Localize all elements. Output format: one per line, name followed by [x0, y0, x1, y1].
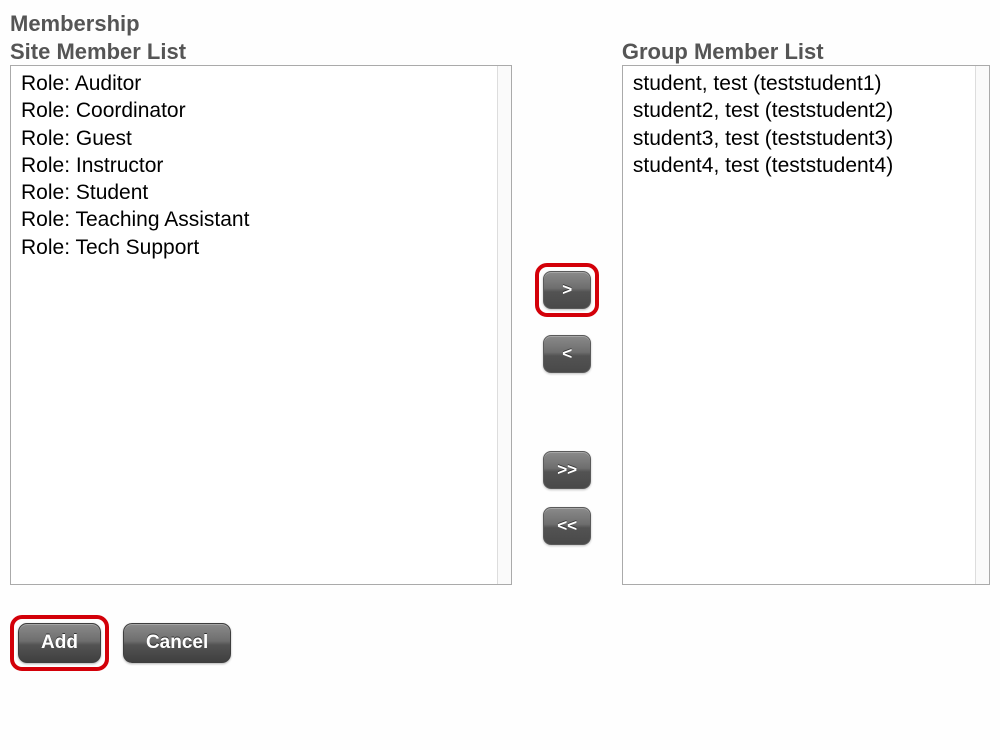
scrollbar[interactable] — [975, 66, 989, 584]
highlight-add-button: Add — [10, 615, 109, 671]
highlight-move-right: > — [535, 263, 599, 317]
scrollbar[interactable] — [497, 66, 511, 584]
site-member-item[interactable]: Role: Coordinator — [21, 97, 507, 124]
transfer-button-panel: > < >> << — [512, 38, 621, 545]
site-member-item[interactable]: Role: Auditor — [21, 70, 507, 97]
footer-actions: Add Cancel — [10, 615, 990, 671]
group-member-listbox[interactable]: student, test (teststudent1)student2, te… — [622, 65, 990, 585]
group-member-item[interactable]: student3, test (teststudent3) — [633, 125, 985, 152]
group-member-item[interactable]: student4, test (teststudent4) — [633, 152, 985, 179]
site-member-item[interactable]: Role: Tech Support — [21, 234, 507, 261]
move-all-right-button[interactable]: >> — [543, 451, 591, 489]
move-all-left-button[interactable]: << — [543, 507, 591, 545]
site-member-item[interactable]: Role: Student — [21, 179, 507, 206]
group-member-item[interactable]: student2, test (teststudent2) — [633, 97, 985, 124]
membership-heading: Membership — [10, 10, 990, 38]
add-button[interactable]: Add — [18, 623, 101, 663]
cancel-button[interactable]: Cancel — [123, 623, 231, 663]
move-right-button[interactable]: > — [543, 271, 591, 309]
site-member-item[interactable]: Role: Instructor — [21, 152, 507, 179]
site-member-listbox[interactable]: Role: AuditorRole: CoordinatorRole: Gues… — [10, 65, 512, 585]
site-member-item[interactable]: Role: Teaching Assistant — [21, 206, 507, 233]
group-member-list-heading: Group Member List — [622, 38, 990, 66]
site-member-item[interactable]: Role: Guest — [21, 125, 507, 152]
move-left-button[interactable]: < — [543, 335, 591, 373]
group-member-item[interactable]: student, test (teststudent1) — [633, 70, 985, 97]
site-member-list-heading: Site Member List — [10, 38, 512, 66]
